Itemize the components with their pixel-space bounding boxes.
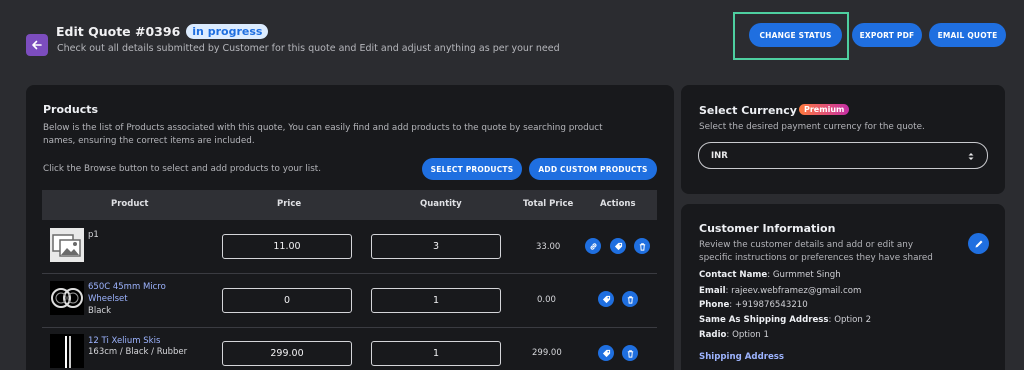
wheelset-image: [51, 288, 83, 308]
trash-icon: [627, 349, 633, 358]
link-icon: [590, 242, 596, 250]
status-badge: in progress: [186, 24, 269, 39]
customer-desc-2: specific instructions or preferences the…: [699, 253, 933, 263]
edit-customer-button[interactable]: [968, 233, 989, 254]
discount-icon: [614, 242, 622, 250]
premium-badge: Premium: [799, 104, 850, 115]
add-custom-products-button[interactable]: ADD CUSTOM PRODUCTS: [529, 158, 657, 180]
phone: Phone: +919876543210: [699, 300, 808, 310]
trash-icon: [639, 242, 645, 251]
delete-button[interactable]: [622, 345, 638, 361]
discount-icon: [602, 295, 610, 303]
product-thumbnail: [50, 228, 84, 262]
row-divider: [42, 327, 657, 328]
radio: Radio: Option 1: [699, 330, 769, 340]
product-thumbnail: [50, 281, 84, 315]
quantity-input[interactable]: 1: [371, 288, 501, 313]
products-title: Products: [43, 103, 99, 116]
currency-desc: Select the desired payment currency for …: [699, 122, 925, 132]
currency-select[interactable]: INR: [698, 142, 988, 169]
price-input[interactable]: 299.00: [222, 341, 352, 366]
discount-button[interactable]: [598, 345, 614, 361]
product-variant: 163cm / Black / Rubber: [88, 347, 188, 357]
page-header: Edit Quote #0396 in progress Check out a…: [26, 24, 706, 64]
table-header: Product Price Quantity Total Price Actio…: [42, 190, 657, 220]
currency-selected: INR: [711, 151, 728, 161]
delete-button[interactable]: [622, 291, 638, 307]
total-price: 0.00: [537, 295, 556, 305]
quantity-input[interactable]: 1: [371, 341, 501, 366]
price-input[interactable]: 11.00: [222, 234, 352, 259]
product-name-line2[interactable]: Wheelset: [88, 293, 166, 305]
select-products-button[interactable]: SELECT PRODUCTS: [422, 158, 522, 180]
product-name[interactable]: p1: [88, 229, 99, 241]
back-arrow-icon: [32, 40, 42, 50]
col-price: Price: [277, 199, 302, 209]
product-variant: Black: [88, 306, 111, 316]
product-name-line1[interactable]: 650C 45mm Micro: [88, 281, 166, 293]
product-name-link[interactable]: 12 Ti Xelium Skis: [88, 335, 160, 347]
discount-button[interactable]: [598, 291, 614, 307]
row-divider: [42, 273, 657, 274]
change-status-button[interactable]: CHANGE STATUS: [749, 23, 842, 47]
image-placeholder-icon: [52, 234, 81, 257]
back-button[interactable]: [26, 34, 48, 56]
page-subtitle: Check out all details submitted by Custo…: [57, 43, 560, 54]
quantity-input[interactable]: 3: [371, 234, 501, 259]
select-arrows-icon: [968, 153, 974, 160]
discount-button[interactable]: [610, 238, 626, 254]
email-quote-button[interactable]: EMAIL QUOTE: [929, 23, 1006, 47]
products-desc-2: names, ensuring the correct items are in…: [43, 136, 255, 146]
same-as-shipping: Same As Shipping Address: Option 2: [699, 315, 872, 325]
product-thumbnail: [50, 334, 84, 368]
discount-icon: [602, 349, 610, 357]
trash-icon: [627, 295, 633, 304]
col-quantity: Quantity: [420, 199, 462, 209]
email: Email: rajeev.webframez@gmail.com: [699, 286, 862, 296]
browse-hint: Click the Browse button to select and ad…: [43, 164, 322, 174]
total-price: 299.00: [532, 348, 562, 358]
customer-title: Customer Information: [699, 222, 836, 235]
currency-title: Select Currency: [699, 104, 797, 117]
total-price: 33.00: [536, 242, 561, 252]
page-title: Edit Quote #0396: [56, 24, 181, 39]
export-pdf-button[interactable]: EXPORT PDF: [852, 23, 922, 47]
col-total-price: Total Price: [523, 199, 574, 209]
delete-button[interactable]: [634, 238, 650, 254]
pencil-icon: [975, 240, 982, 247]
col-actions: Actions: [600, 199, 636, 209]
currency-card: [681, 85, 1005, 194]
price-input[interactable]: 0: [222, 288, 352, 313]
shipping-address-title: Shipping Address: [699, 352, 785, 362]
customer-desc-1: Review the customer details and add or e…: [699, 240, 914, 250]
product-name-link[interactable]: 650C 45mm Micro Wheelset: [88, 281, 166, 305]
contact-name: Contact Name: Gurmmet Singh: [699, 270, 841, 280]
link-button[interactable]: [585, 238, 601, 254]
col-product: Product: [111, 199, 149, 209]
skis-image: [65, 336, 71, 368]
products-desc-1: Below is the list of Products associated…: [43, 123, 603, 133]
